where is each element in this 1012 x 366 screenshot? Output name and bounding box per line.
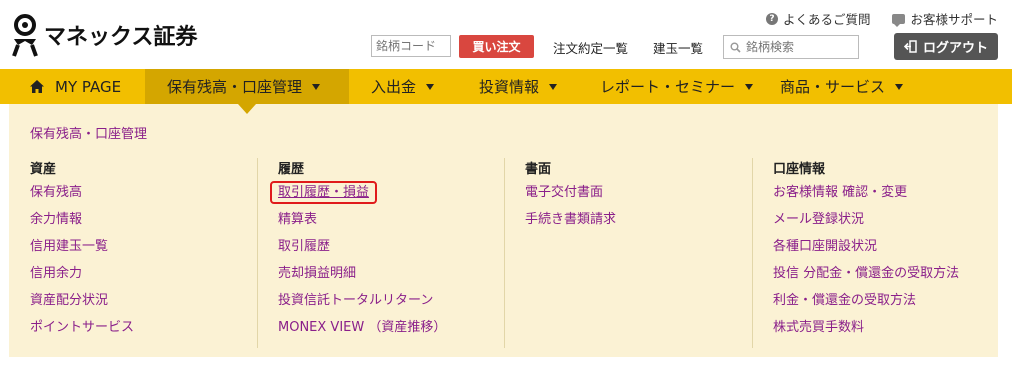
search-icon [730,42,741,53]
nav-mypage-label: MY PAGE [55,77,122,96]
link-buying-power[interactable]: 余力情報 [30,211,268,238]
column-heading: 口座情報 [773,162,826,177]
link-point-service[interactable]: ポイントサービス [30,319,268,346]
column-history: 履歴 取引履歴・損益 精算表 取引履歴 売却損益明細 投資信託トータルリターン … [257,158,516,348]
top-links: ? よくあるご質問 お客様サポート [765,9,998,28]
panel-title-link[interactable]: 保有残高・口座管理 [30,123,147,142]
column-assets: 資産 保有残高 余力情報 信用建玉一覧 信用余力 資産配分状況 ポイントサービス [30,158,268,346]
faq-link[interactable]: ? よくあるご質問 [765,9,871,28]
nav-reports-label: レポート・セミナー [600,78,736,96]
toolbar: 買い注文 注文約定一覧 建玉一覧 ログアウト [0,33,1012,60]
active-nav-pointer [238,104,256,114]
link-fund-distribution-method[interactable]: 投信 分配金・償還金の受取方法 [773,265,997,292]
link-realized-pnl-detail[interactable]: 売却損益明細 [278,265,516,292]
support-link[interactable]: お客様サポート [892,9,998,28]
nav-investment-info-label: 投資情報 [479,78,540,96]
link-asset-allocation[interactable]: 資産配分状況 [30,292,268,319]
nav-holdings[interactable]: 保有残高・口座管理 [145,69,349,104]
holdings-dropdown-panel: 保有残高・口座管理 資産 保有残高 余力情報 信用建玉一覧 信用余力 資産配分状… [9,104,998,357]
faq-label: よくあるご質問 [782,12,871,27]
chevron-down-icon [549,83,558,90]
link-document-request[interactable]: 手続き書類請求 [525,211,763,238]
question-icon: ? [765,12,778,25]
nav-holdings-label: 保有残高・口座管理 [167,78,303,96]
link-email-registration[interactable]: メール登録状況 [773,211,997,238]
order-list-link[interactable]: 注文約定一覧 [553,38,628,57]
stock-search-input[interactable] [744,39,853,55]
home-icon [30,80,44,93]
link-account-opening-status[interactable]: 各種口座開設状況 [773,238,997,265]
link-stock-commission[interactable]: 株式売買手数料 [773,319,997,346]
column-heading: 書面 [525,162,552,177]
nav-mypage[interactable]: MY PAGE [0,69,145,104]
global-nav: MY PAGE 保有残高・口座管理 入出金 投資情報 レポート・セミナー 商品・… [0,69,1012,104]
logout-button[interactable]: ログアウト [894,33,998,60]
link-electronic-documents[interactable]: 電子交付書面 [525,184,763,211]
link-monex-view[interactable]: MONEX VIEW （資産推移） [278,319,516,346]
nav-products[interactable]: 商品・サービス [776,69,976,104]
column-heading: 履歴 [278,162,305,177]
logout-icon [903,40,917,53]
column-account-info: 口座情報 お客様情報 確認・変更 メール登録状況 各種口座開設状況 投信 分配金… [752,158,997,348]
buy-order-button[interactable]: 買い注文 [459,35,534,58]
support-label: お客様サポート [910,12,998,27]
stock-code-input[interactable] [371,35,451,57]
link-interest-redemption-method[interactable]: 利金・償還金の受取方法 [773,292,997,319]
link-trade-history-pnl[interactable]: 取引履歴・損益 [270,181,516,211]
chevron-down-icon [426,83,435,90]
link-margin-positions[interactable]: 信用建玉一覧 [30,238,268,265]
chevron-down-icon [312,83,321,90]
column-documents: 書面 電子交付書面 手続き書類請求 [504,158,763,348]
nav-products-label: 商品・サービス [780,78,886,96]
link-settlement-statement[interactable]: 精算表 [278,211,516,238]
nav-deposit[interactable]: 入出金 [349,69,451,104]
link-trade-history[interactable]: 取引履歴 [278,238,516,265]
link-holdings[interactable]: 保有残高 [30,184,268,211]
nav-reports[interactable]: レポート・セミナー [576,69,776,104]
link-margin-power[interactable]: 信用余力 [30,265,268,292]
link-trade-history-pnl-label: 取引履歴・損益 [270,181,378,204]
stock-search-box[interactable] [723,35,859,59]
position-list-link[interactable]: 建玉一覧 [653,38,703,57]
column-heading: 資産 [30,162,57,177]
nav-investment-info[interactable]: 投資情報 [451,69,576,104]
chevron-down-icon [895,83,904,90]
link-customer-info[interactable]: お客様情報 確認・変更 [773,184,997,211]
logout-label: ログアウト [922,41,988,56]
nav-deposit-label: 入出金 [371,78,417,96]
link-fund-total-return[interactable]: 投資信託トータルリターン [278,292,516,319]
chevron-down-icon [745,83,754,90]
chat-icon [892,13,906,27]
